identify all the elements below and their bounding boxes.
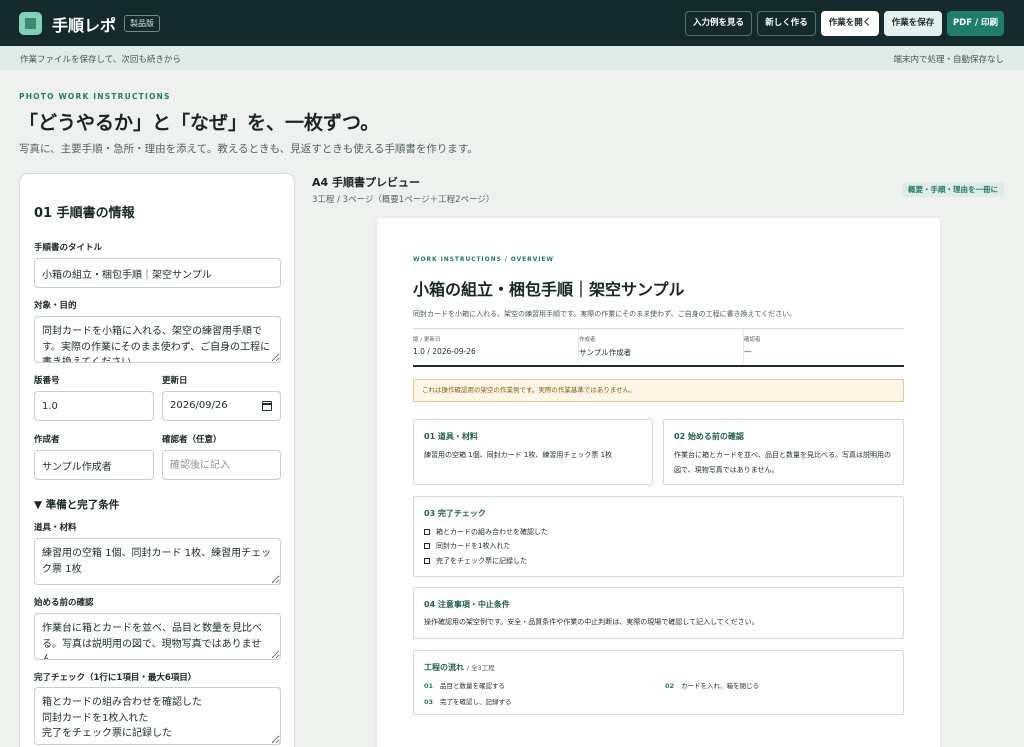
date-input[interactable]: 2026/09/26 xyxy=(162,391,281,421)
calendar-icon[interactable] xyxy=(262,401,272,411)
hero-headline: 「どうやるか」と「なぜ」を、一枚ずつ。 xyxy=(19,112,380,134)
tools-card: 01 道具・材料 練習用の空箱 1個、同封カード 1枚、練習用チェック票 1枚 xyxy=(413,419,653,485)
before-card-title: 02 始める前の確認 xyxy=(674,432,744,441)
before-card-body: 作業台に箱とカードを並べ、品目と数量を見比べる。写真は説明用の図で、現物写真では… xyxy=(674,451,891,474)
a4-preview-page: WORK INSTRUCTIONS / OVERVIEW 小箱の組立・梱包手順｜… xyxy=(377,218,940,747)
save-hint: 作業ファイルを保存して、次回も続きから xyxy=(20,55,181,65)
page-kicker: WORK INSTRUCTIONS / OVERVIEW xyxy=(413,256,554,263)
reviewer-label: 確認者（任意） xyxy=(162,435,222,445)
flow-count: / 全3工程 xyxy=(466,664,495,672)
edition-badge: 製品版 xyxy=(124,15,160,32)
check-item: 同封カードを1枚入れた xyxy=(424,541,510,551)
cautions-card-body: 操作確認用の架空例です。安全・品質条件や作業の中止判断は、実際の現場で確認して記… xyxy=(424,618,759,626)
reviewer-input[interactable] xyxy=(162,450,281,480)
save-button[interactable]: 作業を保存 xyxy=(884,11,942,36)
preview-meta: 3工程 / 3ページ（概要1ページ＋工程2ページ） xyxy=(312,195,495,205)
example-button[interactable]: 入力例を見る xyxy=(685,11,752,36)
info-reviewer-label: 確認者 xyxy=(744,337,761,343)
cautions-card: 04 注意事項・中止条件 操作確認用の架空例です。安全・品質条件や作業の中止判断… xyxy=(413,587,904,639)
preview-tag: 概要・手順・理由を一冊に xyxy=(902,182,1004,197)
author-input[interactable] xyxy=(34,450,154,480)
tools-label: 道具・材料 xyxy=(34,523,77,533)
date-label: 更新日 xyxy=(162,376,188,386)
flow-step: 02 カードを入れ、箱を閉じる xyxy=(665,682,760,690)
checkbox-icon xyxy=(424,529,430,535)
info-version-value: 1.0 / 2026-09-26 xyxy=(413,347,476,356)
cautions-card-title: 04 注意事項・中止条件 xyxy=(424,600,510,609)
info-author-label: 作成者 xyxy=(579,337,596,343)
before-textarea[interactable]: 作業台に箱とカードを並べ、品目と数量を見比べる。写真は説明用の図で、現物写真では… xyxy=(34,613,281,660)
version-label: 版番号 xyxy=(34,376,60,386)
prep-section-toggle[interactable]: ▼ 準備と完了条件 xyxy=(34,497,119,512)
check-item: 完了をチェック票に記録した xyxy=(424,556,527,566)
pdf-print-button[interactable]: PDF / 印刷 xyxy=(947,11,1004,36)
info-version: 版 / 更新日 1.0 / 2026-09-26 xyxy=(413,329,573,365)
check-item: 箱とカードの組み合わせを確認した xyxy=(424,527,548,537)
flow-card-title: 工程の流れ / 全3工程 xyxy=(424,663,495,672)
tools-textarea[interactable]: 練習用の空箱 1個、同封カード 1枚、練習用チェック票 1枚 xyxy=(34,538,281,585)
new-button[interactable]: 新しく作る xyxy=(757,11,816,36)
info-author-value: サンプル作成者 xyxy=(579,348,632,357)
purpose-textarea[interactable]: 同封カードを小箱に入れる、架空の練習用手順です。実際の作業にそのまま使わず、ご自… xyxy=(34,316,281,363)
hero-lead: 写真に、主要手順・急所・理由を添えて。教えるときも、見返すときも使える手順書を作… xyxy=(19,143,478,155)
flow-card: 工程の流れ / 全3工程 01 品目と数量を確認する 02 カードを入れ、箱を閉じる… xyxy=(413,650,904,715)
info-version-label: 版 / 更新日 xyxy=(413,337,441,343)
app-title: 手順レポ xyxy=(52,16,117,35)
info-reviewer: 確認者 — xyxy=(743,329,903,365)
info-reviewer-value: — xyxy=(744,347,752,356)
author-label: 作成者 xyxy=(34,435,60,445)
before-card: 02 始める前の確認 作業台に箱とカードを並べ、品目と数量を見比べる。写真は説明… xyxy=(663,419,904,485)
app-logo-icon xyxy=(19,12,42,35)
title-input[interactable] xyxy=(34,258,281,288)
tools-card-body: 練習用の空箱 1個、同封カード 1枚、練習用チェック票 1枚 xyxy=(424,451,613,459)
page-info-row: 版 / 更新日 1.0 / 2026-09-26 作成者 サンプル作成者 確認者… xyxy=(413,328,904,367)
before-label: 始める前の確認 xyxy=(34,598,94,608)
version-input[interactable] xyxy=(34,391,154,421)
app-header: 手順レポ 製品版 入力例を見る 新しく作る 作業を開く 作業を保存 PDF / … xyxy=(0,0,1024,46)
tools-card-title: 01 道具・材料 xyxy=(424,432,478,441)
info-author: 作成者 サンプル作成者 xyxy=(578,329,738,365)
checkbox-icon xyxy=(424,543,430,549)
hero-kicker: PHOTO WORK INSTRUCTIONS xyxy=(19,92,171,101)
check-label: 完了チェック（1行に1項目・最大6項目） xyxy=(34,673,197,683)
page-description: 同封カードを小箱に入れる、架空の練習用手順です。実際の作業にそのまま使わず、ご自… xyxy=(413,310,797,318)
form-section-title: 01 手順書の情報 xyxy=(34,206,135,221)
sample-notice: これは操作確認用の架空の作業例です。実際の作業基準ではありません。 xyxy=(413,379,904,402)
flow-step: 03 完了を確認し、記録する xyxy=(424,698,512,706)
status-bar: 作業ファイルを保存して、次回も続きから 端末内で処理・自動保存なし xyxy=(0,46,1024,70)
page-title: 小箱の組立・梱包手順｜架空サンプル xyxy=(413,280,685,299)
open-button[interactable]: 作業を開く xyxy=(821,11,879,36)
preview-title: A4 手順書プレビュー xyxy=(312,176,420,189)
date-value: 2026/09/26 xyxy=(170,400,228,411)
privacy-note: 端末内で処理・自動保存なし xyxy=(893,55,1004,65)
checks-card: 03 完了チェック 箱とカードの組み合わせを確認した 同封カードを1枚入れた 完… xyxy=(413,496,904,577)
title-label: 手順書のタイトル xyxy=(34,243,103,253)
checkbox-icon xyxy=(424,558,430,564)
purpose-label: 対象・目的 xyxy=(34,301,77,311)
flow-step: 01 品目と数量を確認する xyxy=(424,682,506,690)
check-textarea[interactable]: 箱とカードの組み合わせを確認した 同封カードを1枚入れた 完了をチェック票に記録… xyxy=(34,687,281,745)
checks-card-title: 03 完了チェック xyxy=(424,509,486,518)
info-form-panel: 01 手順書の情報 手順書のタイトル 対象・目的 同封カードを小箱に入れる、架空… xyxy=(19,173,295,747)
